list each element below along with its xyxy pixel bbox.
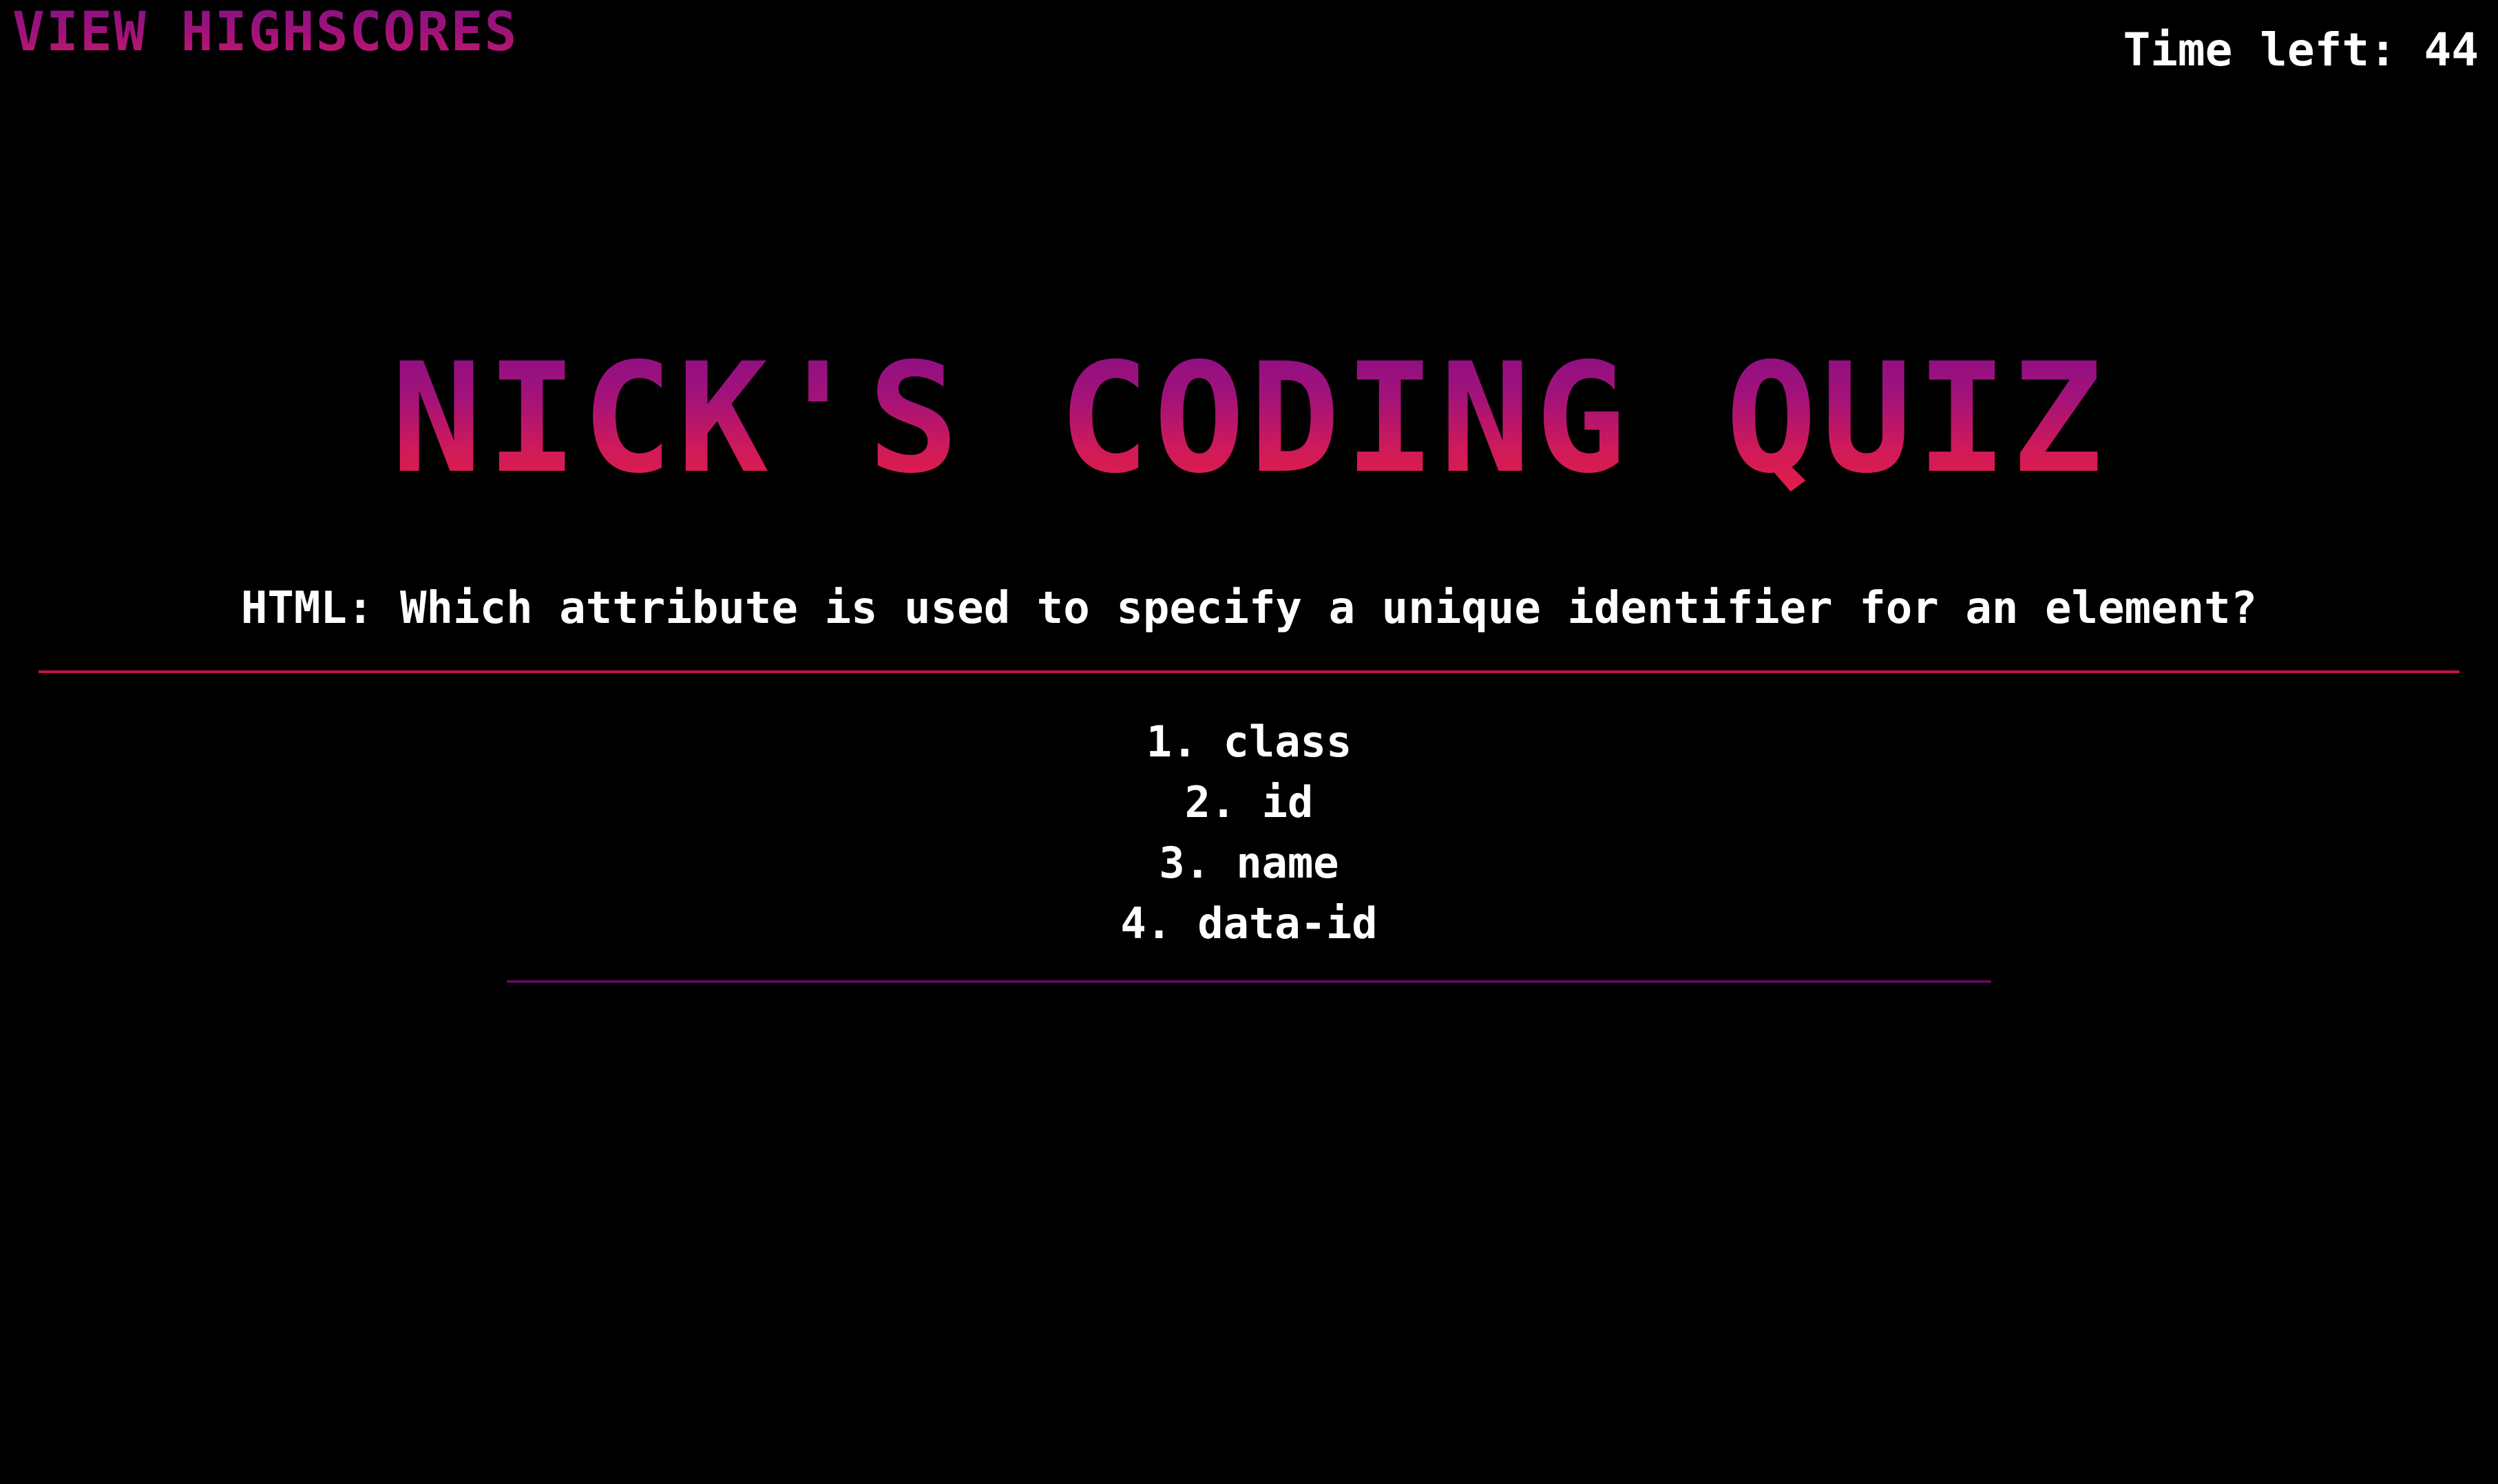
answer-option-4[interactable]: 4. data-id (0, 893, 2498, 954)
answers-divider (507, 980, 1991, 983)
view-highscores-link[interactable]: VIEW HIGHSCORES (12, 6, 518, 59)
page-title: NICK'S CODING QUIZ (0, 343, 2498, 494)
answer-list: 1. class 2. id 3. name 4. data-id (0, 712, 2498, 954)
answer-option-3[interactable]: 3. name (0, 833, 2498, 893)
answer-option-1[interactable]: 1. class (0, 712, 2498, 772)
question-divider (39, 670, 2459, 673)
question-text: HTML: Which attribute is used to specify… (240, 583, 2258, 634)
timer-display: Time left: 44 (2123, 23, 2479, 76)
answer-option-2[interactable]: 2. id (0, 772, 2498, 833)
